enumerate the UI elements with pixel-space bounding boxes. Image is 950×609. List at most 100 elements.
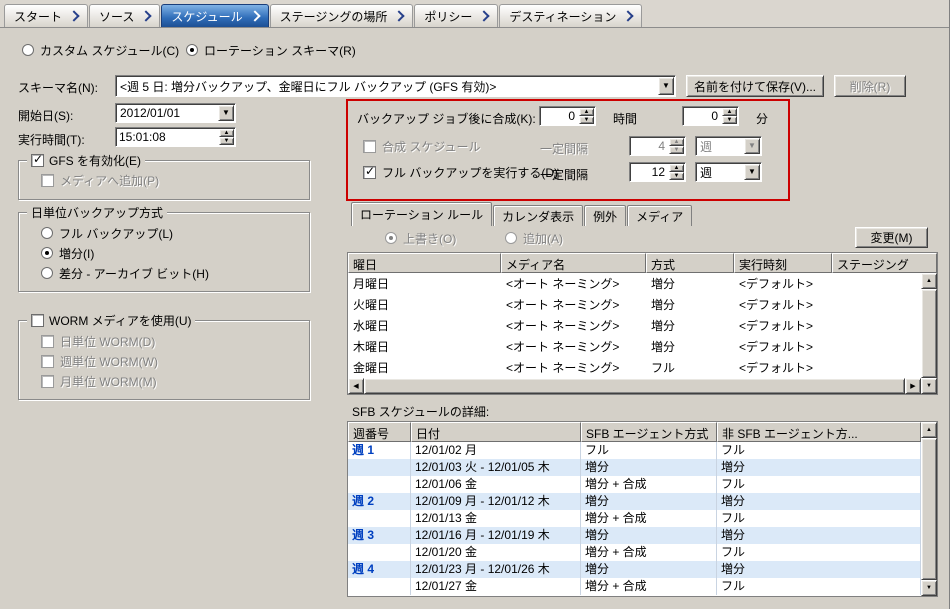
full-interval-spinner[interactable]: 12 [629,162,686,182]
table-row[interactable]: 12/01/03 火 - 12/01/05 木増分増分 [348,459,921,476]
radio-custom-schedule[interactable] [22,44,34,56]
tab-calendar-view[interactable]: カレンダ表示 [493,205,583,226]
worm-monthly-checkbox [41,375,54,388]
table-row[interactable]: 金曜日<オート ネーミング>フル<デフォルト> [348,357,921,378]
vertical-scrollbar[interactable] [921,273,937,394]
hours-spinner[interactable]: 0 [539,106,596,126]
scrollbar-thumb[interactable] [364,378,905,394]
spin-up-icon[interactable] [722,108,737,116]
column-header[interactable]: 週番号 [348,422,411,442]
nav-tab-start[interactable]: スタート [4,4,88,27]
column-header[interactable]: ステージング [832,253,937,273]
column-header[interactable]: SFB エージェント方式 [581,422,717,442]
table-row[interactable]: 週 112/01/02 月フルフル [348,442,921,459]
table-row[interactable]: 12/01/20 金増分 + 合成フル [348,544,921,561]
scroll-down-icon[interactable] [921,580,937,596]
media-append-label: メディアへ追加(P) [60,172,159,189]
worm-use-checkbox[interactable] [31,314,44,327]
minutes-spinner[interactable]: 0 [682,106,739,126]
spin-down-icon[interactable] [722,116,737,124]
table-row[interactable]: 週 212/01/09 月 - 12/01/12 木増分増分 [348,493,921,510]
synthetic-schedule-checkbox[interactable] [363,140,376,153]
synthetic-schedule-option[interactable]: 合成 スケジュール [363,139,481,153]
radio-incremental[interactable] [41,247,53,259]
save-as-label: 名前を付けて保存(V)... [694,78,816,95]
tab-rotation-rules[interactable]: ローテーション ルール [351,202,492,226]
spin-up-icon[interactable] [579,108,594,116]
scroll-up-icon[interactable] [921,422,937,438]
column-header[interactable]: 曜日 [348,253,501,273]
radio-rotation-scheme[interactable] [186,44,198,56]
spin-up-icon[interactable] [669,164,684,172]
spin-down-icon[interactable] [579,116,594,124]
scrollbar-thumb[interactable] [921,438,937,580]
table-row[interactable]: 週 412/01/23 月 - 12/01/26 木増分増分 [348,561,921,578]
media-append-checkbox[interactable] [41,174,54,187]
vertical-scrollbar[interactable] [921,422,937,596]
nav-tab-label: ポリシー [424,8,472,25]
column-header[interactable]: メディア名 [501,253,646,273]
spin-down-icon[interactable] [669,172,684,180]
table-row[interactable]: 火曜日<オート ネーミング>増分<デフォルト> [348,294,921,315]
daily-method-differential-option[interactable]: 差分 - アーカイブ ビット(H) [41,266,209,280]
nav-tab-destination[interactable]: デスティネーション [499,4,642,27]
tab-media[interactable]: メディア [627,205,692,226]
scheme-name-combobox[interactable]: <週 5 日: 増分バックアップ、金曜日にフル バックアップ (GFS 有効)> [115,75,676,97]
start-date-combobox[interactable]: 2012/01/01 [115,103,236,123]
nav-tab-policy[interactable]: ポリシー [414,4,498,27]
radio-full-backup[interactable] [41,227,53,239]
table-row[interactable]: 12/01/06 金増分 + 合成フル [348,476,921,493]
radio-overwrite [385,232,397,244]
dropdown-arrow-icon [744,138,760,154]
spin-down-icon[interactable] [219,137,234,145]
column-header[interactable]: 日付 [411,422,581,442]
media-append-option[interactable]: メディアへ追加(P) [41,173,159,187]
worm-use-label: WORM メディアを使用(U) [49,312,191,329]
column-header[interactable]: 非 SFB エージェント方... [717,422,921,442]
start-date-value: 2012/01/01 [116,106,217,120]
table-row[interactable]: 12/01/13 金増分 + 合成フル [348,510,921,527]
scroll-down-icon[interactable] [921,378,937,394]
daily-method-full-option[interactable]: フル バックアップ(L) [41,226,173,240]
nav-tab-source[interactable]: ソース [89,4,160,27]
dropdown-arrow-icon[interactable] [744,164,760,180]
exec-time-spinner[interactable]: 15:01:08 [115,127,236,147]
nav-tab-staging-location[interactable]: ステージングの場所 [270,4,414,27]
full-backup-checkbox[interactable] [363,166,376,179]
rotation-table-header: 曜日 メディア名 方式 実行時刻 ステージング [348,253,937,273]
nav-tab-label: デスティネーション [509,8,616,25]
change-button[interactable]: 変更(M) [855,227,928,248]
nav-tab-schedule[interactable]: スケジュール [161,4,268,27]
daily-method-title: 日単位バックアップ方式 [27,204,167,221]
save-as-button[interactable]: 名前を付けて保存(V)... [686,75,824,97]
delete-button[interactable]: 削除(R) [834,75,906,97]
horizontal-scrollbar[interactable]: ◀ ▶ [348,378,921,394]
scroll-right-icon[interactable]: ▶ [905,378,921,394]
column-header[interactable]: 方式 [646,253,734,273]
table-row[interactable]: 水曜日<オート ネーミング>増分<デフォルト> [348,315,921,336]
column-header[interactable]: 実行時刻 [734,253,832,273]
table-row[interactable]: 週 312/01/16 月 - 12/01/19 木増分増分 [348,527,921,544]
delete-label: 削除(R) [850,78,891,95]
spin-up-icon[interactable] [219,129,234,137]
gfs-enable-option[interactable]: GFS を有効化(E) [27,152,145,169]
daily-method-incremental-option[interactable]: 増分(I) [41,246,94,260]
scroll-left-icon[interactable]: ◀ [348,378,364,394]
dropdown-arrow-icon[interactable] [658,77,674,95]
radio-differential[interactable] [41,267,53,279]
table-row[interactable]: 12/01/27 金増分 + 合成フル [348,578,921,595]
mode-rotation-option[interactable]: ローテーション スキーマ(R) [186,43,356,57]
gfs-enable-checkbox[interactable] [31,154,44,167]
synthetic-interval-value: 4 [630,137,668,155]
scrollbar-thumb[interactable] [921,289,937,378]
worm-use-option[interactable]: WORM メディアを使用(U) [27,312,195,329]
table-row[interactable]: 木曜日<オート ネーミング>増分<デフォルト> [348,336,921,357]
chevron-right-icon [623,10,634,21]
mode-custom-option[interactable]: カスタム スケジュール(C) [22,43,179,57]
scroll-up-icon[interactable] [921,273,937,289]
tab-exceptions[interactable]: 例外 [584,205,626,226]
full-interval-unit-combobox[interactable]: 週 [695,162,762,182]
full-backup-option[interactable]: フル バックアップを実行する(D) [363,165,558,179]
table-row[interactable]: 月曜日<オート ネーミング>増分<デフォルト> [348,273,921,294]
dropdown-arrow-icon[interactable] [218,105,234,121]
